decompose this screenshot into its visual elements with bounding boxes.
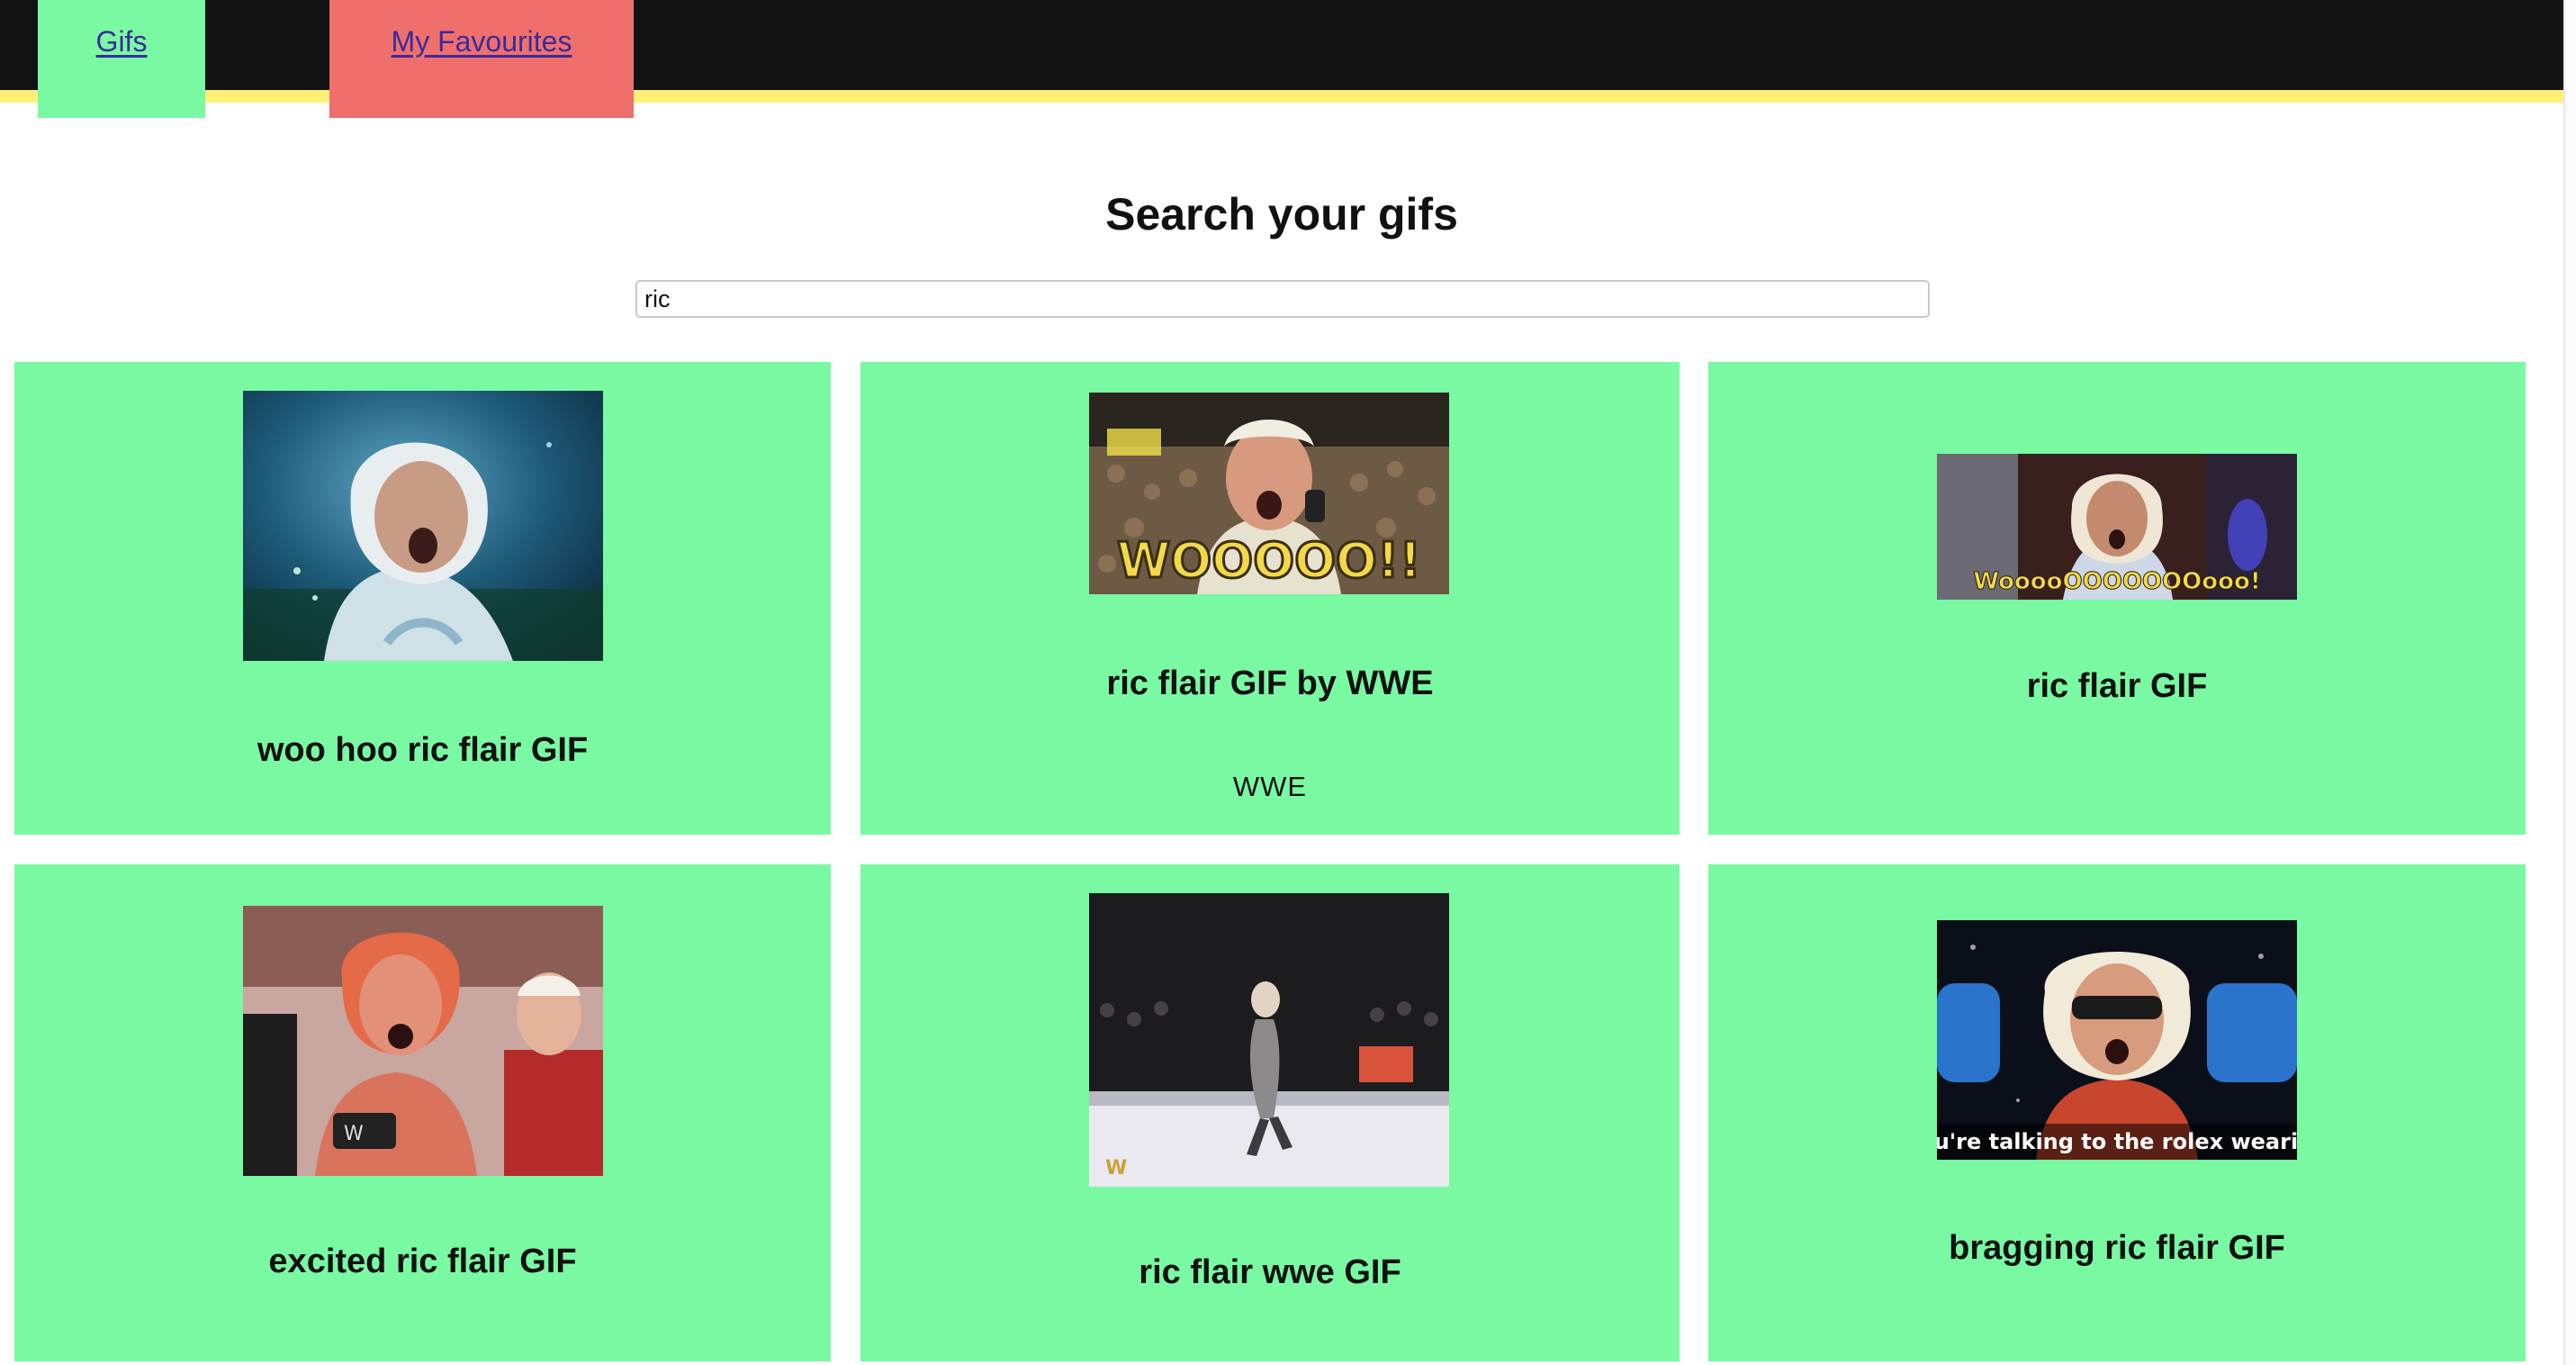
gif-card[interactable]: WooooOOOOOOOooo! ric flair GIF: [1708, 362, 2526, 835]
gif-card[interactable]: W excited ric flair GIF: [14, 864, 831, 1361]
search-input[interactable]: [635, 280, 1930, 318]
gif-image[interactable]: WooooOOOOOOOooo!: [1937, 454, 2297, 600]
gif-image[interactable]: WOOOOO!!: [1089, 393, 1449, 594]
gif-overlay-text: WOOOOO!!: [1117, 532, 1421, 589]
gif-card[interactable]: woo hoo ric flair GIF: [14, 362, 831, 835]
gif-card[interactable]: WOOOOO!! ric flair GIF by WWE WWE: [860, 362, 1680, 835]
gif-username: WWE: [1232, 771, 1308, 802]
gif-image[interactable]: W: [243, 906, 603, 1176]
nav-tab-my-favourites[interactable]: My Favourites: [329, 0, 634, 118]
nav-tab-gifs[interactable]: Gifs: [38, 0, 205, 118]
gif-title: ric flair wwe GIF: [1139, 1253, 1401, 1291]
page-title: Search your gifs: [1105, 189, 1458, 240]
svg-text:W: W: [1105, 1157, 1127, 1180]
svg-text:W: W: [344, 1123, 364, 1145]
gif-title: ric flair GIF by WWE: [1106, 664, 1434, 702]
gif-title: woo hoo ric flair GIF: [257, 731, 589, 769]
gif-title: ric flair GIF: [2026, 667, 2208, 705]
gif-title: bragging ric flair GIF: [1949, 1229, 2285, 1267]
gif-title: excited ric flair GIF: [268, 1243, 577, 1280]
gif-card[interactable]: W ric flair wwe GIF: [860, 864, 1680, 1361]
gif-image[interactable]: W: [1089, 893, 1449, 1187]
gif-image[interactable]: you're talking to the rolex wearing: [1937, 920, 2297, 1160]
gif-overlay-text: WooooOOOOOOOooo!: [1973, 568, 2260, 595]
gif-overlay-text: you're talking to the rolex wearing: [1937, 1129, 2297, 1154]
gif-image[interactable]: [243, 391, 603, 661]
window-scrollbar[interactable]: [2563, 0, 2576, 1365]
gif-card[interactable]: you're talking to the rolex wearing brag…: [1708, 864, 2526, 1361]
